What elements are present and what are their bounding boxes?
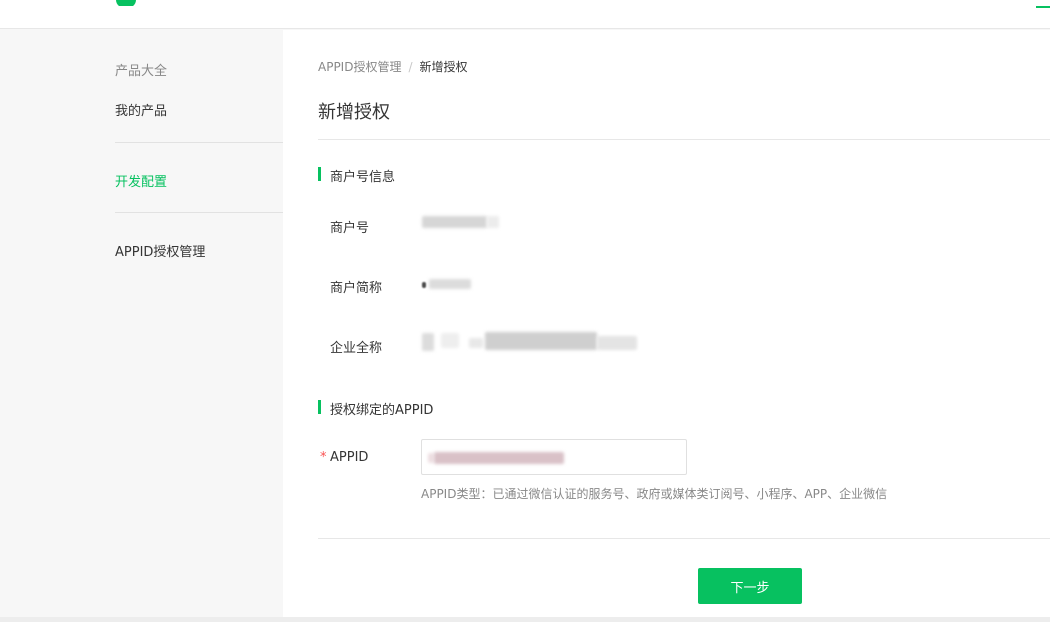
field-label-appid: * APPID [320,450,369,465]
section-title-bind-appid: 授权绑定的APPID [318,399,433,418]
top-header [0,0,1050,29]
breadcrumb: APPID授权管理 / 新增授权 [318,58,468,75]
field-label-company-full-name: 企业全称 [330,341,383,356]
section-title-text: 商户号信息 [330,170,396,185]
breadcrumb-link-appid-auth[interactable]: APPID授权管理 [318,60,401,74]
page-bottom-edge [0,617,1050,622]
appid-input[interactable] [421,439,687,475]
section-title-text: 授权绑定的APPID [330,403,434,418]
appid-type-hint: APPID类型：已通过微信认证的服务号、政府或媒体类订阅号、小程序、APP、企业… [421,487,888,501]
appid-input-value-redacted [434,452,564,464]
section-accent-bar [318,167,321,181]
sidebar-divider [115,212,283,213]
next-step-button[interactable]: 下一步 [698,568,802,604]
sidebar-item-my-products[interactable]: 我的产品 [115,100,167,119]
form-divider [318,538,1050,539]
sidebar-group-title: 产品大全 [115,64,168,79]
breadcrumb-separator: / [408,60,413,74]
title-divider [318,139,1050,140]
sidebar-item-appid-auth[interactable]: APPID授权管理 [115,241,205,260]
sidebar-divider [115,142,283,143]
top-menu-indicator[interactable] [1036,6,1050,8]
required-asterisk: * [320,450,327,465]
field-label-merchant-short-name: 商户简称 [330,281,383,296]
main-content: APPID授权管理 / 新增授权 新增授权 商户号信息 商户号 商户简称 企业全称 … [283,30,1050,622]
sidebar-item-dev-config[interactable]: 开发配置 [115,171,167,190]
field-label-merchant-id: 商户号 [330,221,370,236]
page-title: 新增授权 [318,102,390,123]
breadcrumb-current: 新增授权 [419,60,468,74]
field-label-appid-text: APPID [330,450,369,465]
wechat-pay-logo-icon[interactable] [114,0,144,6]
section-title-merchant-info: 商户号信息 [318,166,395,185]
section-accent-bar [318,400,321,414]
sidebar: 产品大全 我的产品 开发配置 APPID授权管理 [0,30,283,622]
